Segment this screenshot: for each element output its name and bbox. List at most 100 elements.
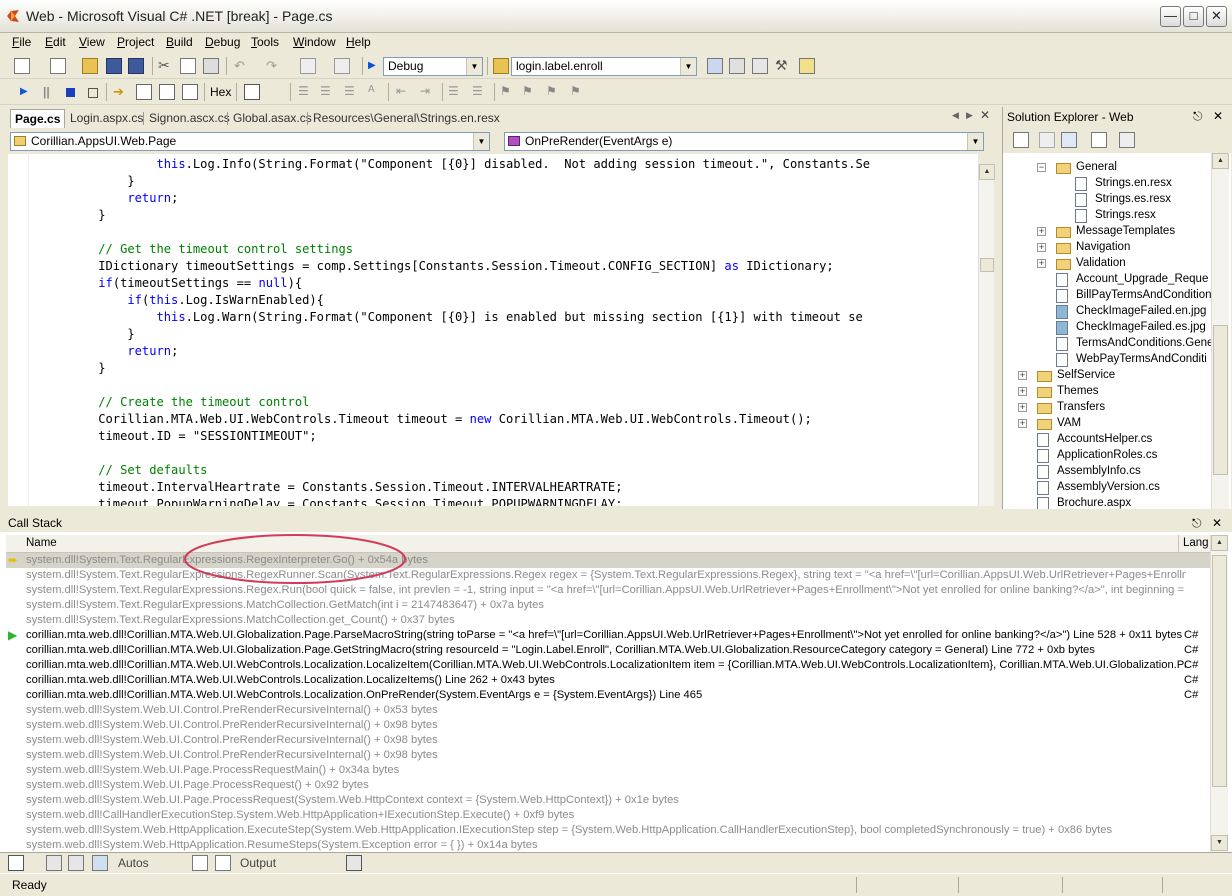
autos-tab-icon[interactable] bbox=[92, 855, 108, 871]
tree-item[interactable]: CheckImageFailed.es.jpg bbox=[1076, 321, 1206, 333]
tree-item[interactable]: Strings.en.resx bbox=[1095, 177, 1172, 189]
indent-icon[interactable]: ⇥ bbox=[420, 84, 436, 100]
expand-icon[interactable]: + bbox=[1018, 419, 1027, 428]
tab-1[interactable]: Login.aspx.cs bbox=[66, 109, 147, 127]
tree-item[interactable]: Brochure.aspx bbox=[1057, 497, 1131, 509]
output-tab[interactable]: Output bbox=[240, 856, 276, 870]
table-row[interactable]: ▶ corillian.mta.web.dll!Corillian.MTA.Web… bbox=[6, 628, 1210, 643]
table-row[interactable]: corillian.mta.web.dll!Corillian.MTA.Web.… bbox=[6, 673, 1210, 688]
tree-item[interactable]: BillPayTermsAndCondition bbox=[1076, 289, 1211, 301]
copy-icon[interactable] bbox=[180, 58, 196, 74]
comment-icon[interactable]: ☰ bbox=[448, 84, 464, 100]
tree-item[interactable]: AssemblyVersion.cs bbox=[1057, 481, 1160, 493]
tab-2[interactable]: Signon.ascx.cs bbox=[145, 109, 234, 127]
table-row[interactable]: system.dll!System.Text.RegularExpression… bbox=[6, 613, 1210, 628]
customize-icon[interactable] bbox=[799, 58, 815, 74]
collapse-icon[interactable]: − bbox=[1037, 163, 1046, 172]
tree-item[interactable]: WebPayTermsAndConditi bbox=[1076, 353, 1207, 365]
expand-icon[interactable]: + bbox=[1037, 227, 1046, 236]
view-code-icon[interactable] bbox=[1013, 132, 1029, 148]
tab-4[interactable]: Resources\General\Strings.en.resx bbox=[309, 109, 504, 127]
continue-icon[interactable]: ▶ bbox=[20, 84, 36, 100]
menu-project[interactable]: Project bbox=[117, 35, 154, 49]
step-into-icon[interactable] bbox=[136, 84, 152, 100]
scroll-up-icon[interactable]: ▲ bbox=[979, 164, 995, 180]
table-row[interactable]: corillian.mta.web.dll!Corillian.MTA.Web.… bbox=[6, 643, 1210, 658]
tree-item[interactable]: SelfService bbox=[1057, 369, 1115, 381]
language-column-header[interactable]: Lang bbox=[1183, 535, 1209, 552]
expand-icon[interactable]: + bbox=[1018, 387, 1027, 396]
format3-icon[interactable]: ☰ bbox=[344, 84, 360, 100]
expand-icon[interactable]: + bbox=[1018, 403, 1027, 412]
bookmark-toggle-icon[interactable]: ⚑ bbox=[500, 84, 516, 100]
paste-icon[interactable] bbox=[203, 58, 219, 74]
menu-file[interactable]: File bbox=[12, 35, 31, 49]
menu-build[interactable]: Build bbox=[166, 35, 193, 49]
navigate-back-icon[interactable] bbox=[300, 58, 316, 74]
close-panel-icon[interactable]: ✕ bbox=[1213, 109, 1223, 123]
show-all-files-icon[interactable] bbox=[1091, 132, 1107, 148]
step-out-icon[interactable] bbox=[182, 84, 198, 100]
tree-item[interactable]: Strings.resx bbox=[1095, 209, 1156, 221]
find-combo[interactable]: login.label.enroll ▼ bbox=[511, 57, 697, 76]
breakpoints-icon[interactable] bbox=[244, 84, 260, 100]
menu-edit[interactable]: Edit bbox=[45, 35, 66, 49]
tree-item[interactable]: ApplicationRoles.cs bbox=[1057, 449, 1157, 461]
sol-properties-icon[interactable] bbox=[1119, 132, 1135, 148]
name-column-header[interactable]: Name bbox=[26, 535, 57, 552]
tree-item[interactable]: Validation bbox=[1076, 257, 1126, 269]
show-next-statement-icon[interactable]: ➔ bbox=[113, 84, 129, 100]
tree-item[interactable]: Navigation bbox=[1076, 241, 1130, 253]
menu-help[interactable]: Help bbox=[346, 35, 371, 49]
tree-item[interactable]: TermsAndConditions.Gene bbox=[1076, 337, 1211, 349]
tree-item[interactable]: AssemblyInfo.cs bbox=[1057, 465, 1141, 477]
editor-scrollbar[interactable]: ▲ bbox=[978, 164, 995, 506]
bookmark-next-icon[interactable]: ⚑ bbox=[522, 84, 538, 100]
type-combo[interactable]: Corillian.AppsUI.Web.Page ▼ bbox=[10, 132, 490, 151]
new-project-icon[interactable] bbox=[14, 58, 30, 74]
close-panel-icon[interactable]: ✕ bbox=[1212, 516, 1222, 530]
redo-icon[interactable]: ↷ bbox=[266, 58, 282, 74]
table-row[interactable]: system.web.dll!System.Web.UI.Page.Proces… bbox=[6, 763, 1210, 778]
refresh-icon[interactable] bbox=[1061, 132, 1077, 148]
hex-button[interactable]: Hex bbox=[210, 85, 231, 99]
tab-3[interactable]: Global.asax.cs bbox=[229, 109, 316, 127]
restart-icon[interactable] bbox=[88, 88, 98, 98]
navigate-forward-icon[interactable] bbox=[334, 58, 350, 74]
call-stack-tab-icon[interactable] bbox=[8, 855, 24, 871]
autos-tab[interactable]: Autos bbox=[118, 856, 149, 870]
editor-gutter[interactable] bbox=[8, 154, 29, 506]
format-icon[interactable]: ☰ bbox=[298, 84, 314, 100]
scroll-thumb[interactable] bbox=[1213, 325, 1228, 475]
table-row[interactable]: system.web.dll!System.Web.UI.Page.Proces… bbox=[6, 778, 1210, 793]
find-in-files-icon[interactable] bbox=[493, 58, 509, 74]
output-tab-icon[interactable] bbox=[215, 855, 231, 871]
cut-icon[interactable]: ✂ bbox=[158, 58, 174, 74]
expand-icon[interactable]: + bbox=[1037, 243, 1046, 252]
undo-icon[interactable]: ↶ bbox=[234, 58, 250, 74]
format2-icon[interactable]: ☰ bbox=[320, 84, 336, 100]
format4-icon[interactable]: A bbox=[368, 84, 384, 100]
scroll-thumb[interactable] bbox=[1212, 555, 1227, 787]
tab-scroll-right-icon[interactable]: ▶ bbox=[966, 110, 973, 121]
tree-item[interactable]: AccountsHelper.cs bbox=[1057, 433, 1152, 445]
bookmark-clear-icon[interactable]: ⚑ bbox=[570, 84, 586, 100]
member-combo[interactable]: OnPreRender(EventArgs e) ▼ bbox=[504, 132, 984, 151]
maximize-button[interactable]: □ bbox=[1183, 6, 1204, 27]
tree-item[interactable]: CheckImageFailed.en.jpg bbox=[1076, 305, 1206, 317]
save-all-icon[interactable] bbox=[128, 58, 144, 74]
command-tab-icon[interactable] bbox=[192, 855, 208, 871]
solution-explorer-icon[interactable] bbox=[707, 58, 723, 74]
expand-icon[interactable]: + bbox=[1037, 259, 1046, 268]
callstack-scrollbar[interactable]: ▲ ▼ bbox=[1210, 535, 1228, 852]
minimize-button[interactable]: — bbox=[1160, 6, 1181, 27]
tree-item[interactable]: General bbox=[1076, 161, 1117, 173]
table-row[interactable]: system.web.dll!System.Web.UI.Control.Pre… bbox=[6, 733, 1210, 748]
tree-item[interactable]: Transfers bbox=[1057, 401, 1105, 413]
tree-item[interactable]: MessageTemplates bbox=[1076, 225, 1175, 237]
code-editor[interactable]: this.Log.Info(String.Format("Component [… bbox=[8, 154, 978, 506]
view-designer-icon[interactable] bbox=[1039, 132, 1055, 148]
uncomment-icon[interactable]: ☰ bbox=[472, 84, 488, 100]
table-row[interactable]: system.web.dll!CallHandlerExecutionStep.… bbox=[6, 808, 1210, 823]
properties-icon[interactable] bbox=[729, 58, 745, 74]
